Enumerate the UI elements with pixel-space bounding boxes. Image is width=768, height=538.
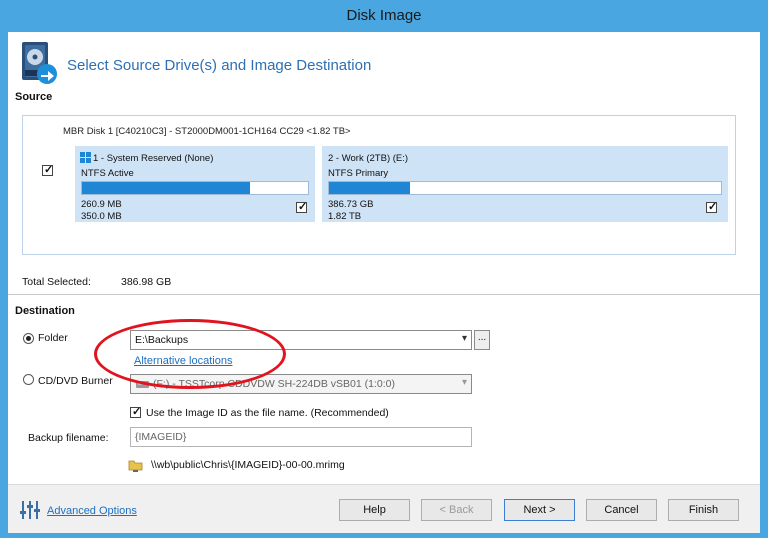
partition-usage-fill [82,182,251,194]
partition-usage-fill [329,182,411,194]
dialog-footer: Advanced Options Help < Back Next > Canc… [8,484,760,533]
dialog-client: Select Source Drive(s) and Image Destina… [8,32,760,533]
partition-type: NTFS Primary [328,168,389,179]
folder-radio[interactable] [23,333,34,344]
use-image-id-label: Use the Image ID as the file name. (Reco… [146,407,389,419]
disk-checkbox[interactable]: ✓ [42,164,53,176]
backup-filename-input[interactable]: {IMAGEID} [130,427,472,447]
destination-path-preview: \\wb\public\Chris\{IMAGEID}-00-00.mrimg [151,459,345,471]
partition-used: 386.73 GB [328,199,374,210]
destination-section-label: Destination [15,305,75,317]
folder-label: Folder [38,332,68,344]
partition-total: 1.82 TB [328,211,362,222]
highlight-annotation [94,319,286,389]
partition-type: NTFS Active [81,168,134,179]
disk-title: MBR Disk 1 [C40210C3] - ST2000DM001-1CH1… [63,126,351,137]
help-button[interactable]: Help [339,499,410,521]
windows-logo-icon [80,152,91,163]
chevron-down-icon[interactable]: ▾ [462,377,467,388]
disk-panel: MBR Disk 1 [C40210C3] - ST2000DM001-1CH1… [22,115,736,255]
chevron-down-icon[interactable]: ▾ [462,333,467,344]
partition-checkbox[interactable]: ✓ [296,201,307,213]
finish-button[interactable]: Finish [668,499,739,521]
source-section-label: Source [15,91,53,103]
advanced-options-link[interactable]: Advanced Options [47,505,137,517]
backup-filename-placeholder: {IMAGEID} [135,431,187,443]
back-button[interactable]: < Back [421,499,492,521]
partition-usage-bar [81,181,309,195]
total-selected-value: 386.98 GB [121,276,172,288]
partition-work[interactable]: 2 - Work (2TB) (E:) NTFS Primary 386.73 … [322,146,728,222]
partition-system-reserved[interactable]: 1 - System Reserved (None) NTFS Active 2… [75,146,315,222]
partition-used: 260.9 MB [81,199,122,210]
disk-image-icon [22,42,57,84]
page-title: Select Source Drive(s) and Image Destina… [67,57,372,74]
window-title: Disk Image [346,7,422,24]
section-divider [8,294,760,295]
use-image-id-checkbox[interactable]: ✓ [130,406,141,418]
cd-dvd-radio[interactable] [23,374,34,385]
partition-name: 2 - Work (2TB) (E:) [328,153,409,164]
total-selected-label: Total Selected: [22,276,91,288]
partition-total: 350.0 MB [81,211,122,222]
partition-checkbox[interactable]: ✓ [706,201,717,213]
cd-dvd-label: CD/DVD Burner [38,375,113,387]
cancel-button[interactable]: Cancel [586,499,657,521]
network-folder-icon [128,460,143,472]
sliders-icon[interactable] [19,499,41,521]
backup-filename-label: Backup filename: [28,432,109,444]
disk-image-window: Disk Image Select Source Drive(s) and Im… [0,0,768,538]
partition-usage-bar [328,181,722,195]
partition-name: 1 - System Reserved (None) [93,153,214,164]
next-button[interactable]: Next > [504,499,575,521]
browse-button[interactable]: ... [474,330,490,350]
